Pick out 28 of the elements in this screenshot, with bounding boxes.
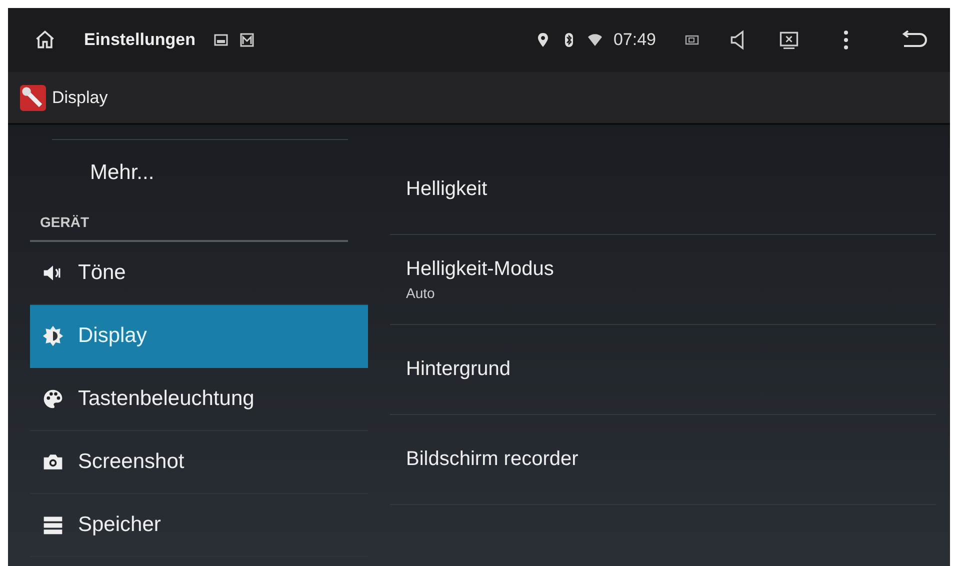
- setting-title: Hintergrund: [406, 358, 512, 381]
- menu-icon[interactable]: [842, 29, 850, 51]
- setting-title: Helligkeit-Modus: [406, 258, 555, 281]
- palette-icon: [42, 388, 64, 410]
- screen-title: Display: [52, 88, 108, 108]
- settings-row[interactable]: Helligkeit: [390, 145, 936, 235]
- screenshot-icon[interactable]: [778, 29, 800, 51]
- settings-row[interactable]: Bildschirm recorder: [390, 415, 936, 505]
- sidebar-item[interactable]: Screenshot: [30, 431, 368, 494]
- setting-summary: Auto: [406, 285, 436, 301]
- sidebar-item[interactable]: Speicher: [30, 494, 368, 557]
- section-header: GERÄT: [30, 206, 348, 242]
- setting-title: Helligkeit: [406, 178, 488, 201]
- wifi-icon: [587, 32, 604, 48]
- image-notification-icon: [213, 32, 230, 48]
- app-title: Einstellungen: [84, 30, 196, 50]
- mail-notification-icon: [239, 32, 256, 48]
- settings-row[interactable]: Hintergrund: [390, 325, 936, 415]
- home-icon[interactable]: [34, 29, 56, 51]
- settings-row[interactable]: Helligkeit-Modus Auto: [390, 235, 936, 325]
- setting-title: Bildschirm recorder: [406, 448, 580, 471]
- brightness-icon: [42, 325, 64, 347]
- sidebar-item[interactable]: Display: [30, 305, 368, 368]
- storage-icon: [42, 514, 64, 536]
- clock-time: 07:49: [613, 30, 656, 50]
- wrench-app-icon: [20, 84, 46, 110]
- sidebar-item[interactable]: Mehr...: [30, 140, 368, 206]
- sidebar-item[interactable]: Tastenbeleuchtung: [30, 368, 368, 431]
